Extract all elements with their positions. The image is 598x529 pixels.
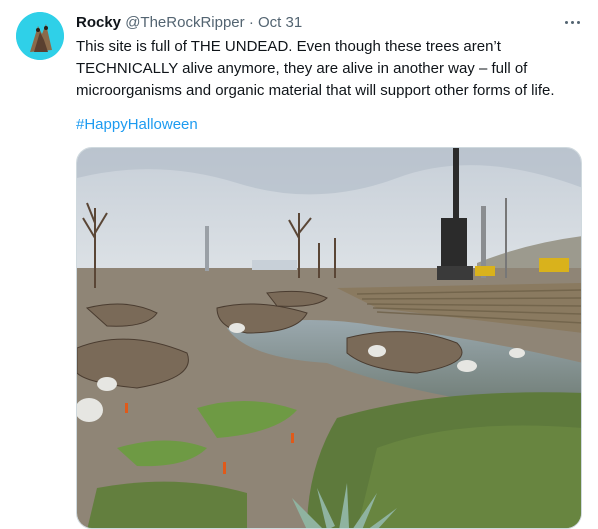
tweet[interactable]: Rocky @TheRockRipper · Oct 31 This site … [0, 0, 598, 529]
more-options-button[interactable] [560, 12, 584, 32]
separator: · [248, 14, 254, 31]
display-name[interactable]: Rocky [76, 14, 121, 31]
tweet-header: Rocky @TheRockRipper · Oct 31 [76, 13, 582, 33]
user-handle[interactable]: @TheRockRipper [125, 14, 244, 31]
tweet-date[interactable]: Oct 31 [258, 14, 302, 31]
tweet-photo[interactable] [76, 147, 582, 529]
site-photo-image [77, 148, 581, 528]
more-horizontal-icon [564, 20, 568, 24]
avatar[interactable] [16, 12, 64, 60]
avatar-image [16, 12, 64, 60]
hashtag-link[interactable]: #HappyHalloween [76, 114, 198, 136]
tweet-text: This site is full of THE UNDEAD. Even th… [76, 38, 555, 99]
